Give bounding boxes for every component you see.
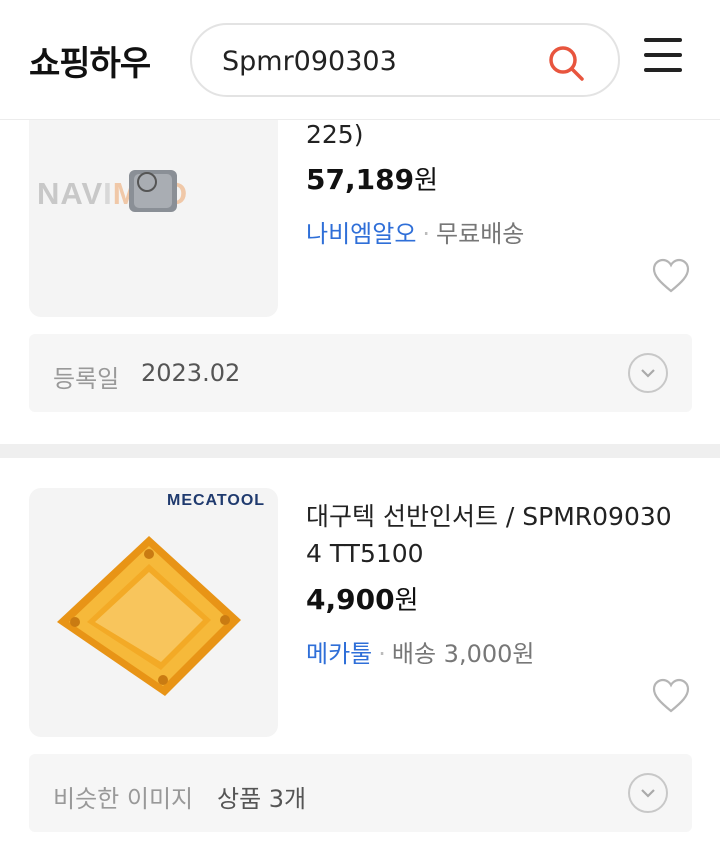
meta-separator: · <box>378 640 386 668</box>
product-footer-bar: 등록일 2023.02 <box>29 334 692 412</box>
price-unit: 원 <box>414 166 438 196</box>
chevron-down-icon <box>641 789 655 798</box>
expand-button[interactable] <box>628 353 668 393</box>
insert-product-image <box>57 536 241 696</box>
price-number: 57,189 <box>306 163 415 196</box>
chevron-down-icon <box>641 369 655 378</box>
product-title[interactable]: 대구텍 선반인서트 / SPMR09030 4 TT5100 <box>306 498 696 572</box>
product-title-line1: 대구텍 선반인서트 / SPMR09030 <box>306 502 672 531</box>
footer-value: 상품 3개 <box>217 785 307 813</box>
shipping-info: 무료배송 <box>436 220 525 248</box>
footer-value: 2023.02 <box>141 359 241 387</box>
product-title[interactable]: 225) <box>306 116 696 153</box>
top-header: 쇼핑하우 <box>0 0 720 120</box>
meta-separator: · <box>422 220 431 248</box>
product-meta: 나비엠알오 · 무료배송 <box>306 214 524 249</box>
product-price: 4,900원 <box>306 580 419 617</box>
footer-label: 비슷한 이미지 <box>53 785 194 813</box>
mall-link[interactable]: 나비엠알오 <box>306 220 416 248</box>
hamburger-menu-icon[interactable] <box>644 38 684 78</box>
product-price: 57,189원 <box>306 160 438 197</box>
product-meta: 메카툴 · 배송 3,000원 <box>306 634 534 669</box>
mecatool-logo: MECATOOL <box>167 492 266 509</box>
section-divider <box>0 444 720 458</box>
price-number: 4,900 <box>306 583 395 616</box>
heart-icon[interactable] <box>652 678 690 714</box>
footer-label: 등록일 <box>53 365 120 393</box>
search-icon[interactable] <box>546 43 586 83</box>
insert-product-image <box>129 170 177 212</box>
site-logo[interactable]: 쇼핑하우 <box>29 36 151 85</box>
search-input[interactable] <box>222 42 542 80</box>
search-bar[interactable] <box>190 23 620 97</box>
product-footer-bar[interactable]: 비슷한 이미지 상품 3개 <box>29 754 692 832</box>
price-unit: 원 <box>394 586 419 616</box>
mall-link[interactable]: 메카툴 <box>306 640 372 668</box>
heart-icon[interactable] <box>652 258 690 294</box>
expand-button[interactable] <box>628 773 668 813</box>
product-thumbnail[interactable]: MECATOOL <box>29 488 278 737</box>
product-title-line2: 4 TT5100 <box>306 539 424 568</box>
shipping-info: 배송 3,000원 <box>391 640 535 668</box>
